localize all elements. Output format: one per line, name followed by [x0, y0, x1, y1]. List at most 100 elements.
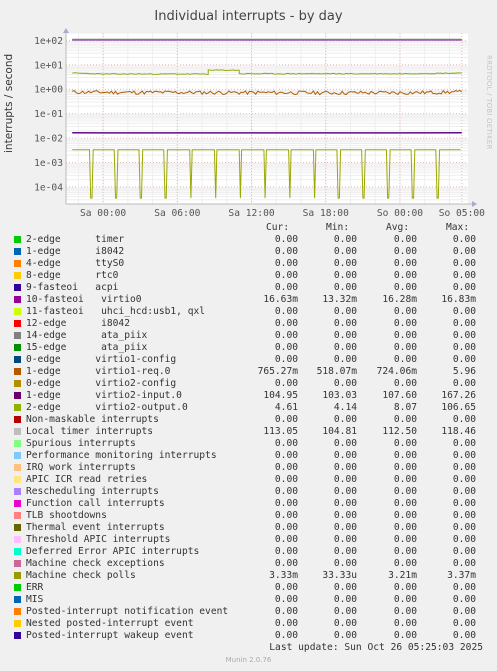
legend-min: 0.00 [333, 630, 357, 641]
legend-avg: 0.00 [393, 498, 417, 509]
legend-cur: 4.61 [274, 402, 298, 413]
legend-min: 0.00 [333, 270, 357, 281]
legend-swatch [14, 344, 21, 351]
legend-row: Nested posted-interrupt event 0.00 0.00 0.0… [0, 618, 497, 630]
legend-row: TLB shootdowns 0.00 0.00 0.00 0.00 [0, 510, 497, 522]
x-tick-label: So 00:00 [377, 208, 423, 219]
legend-cur: 0.00 [274, 342, 298, 353]
legend-min: 104.81 [322, 426, 357, 437]
legend-min: 0.00 [333, 342, 357, 353]
legend-row: 8-edge rtc0 0.00 0.00 0.00 0.00 [0, 270, 497, 282]
last-update: Last update: Sun Oct 26 05:25:03 2025 [269, 642, 483, 653]
legend-header-avg: Avg: [386, 222, 410, 233]
y-tick-label: 1e+01 [34, 60, 63, 71]
legend-min: 0.00 [333, 450, 357, 461]
legend-row: Local timer interrupts 113.05 104.81 112.50… [0, 426, 497, 438]
legend-max: 0.00 [452, 510, 476, 521]
legend-label: 0-edge virtio2-config [26, 378, 177, 389]
legend-avg: 0.00 [393, 582, 417, 593]
legend-label: 4-edge ttyS0 [26, 258, 125, 269]
legend-label: 8-edge rtc0 [26, 270, 119, 281]
legend-cur: 0.00 [274, 258, 298, 269]
legend-swatch [14, 560, 21, 567]
legend-min: 0.00 [333, 486, 357, 497]
x-tick-label: Sa 12:00 [228, 208, 274, 219]
legend-min: 0.00 [333, 354, 357, 365]
legend-cur: 0.00 [274, 498, 298, 509]
legend-max: 0.00 [452, 558, 476, 569]
legend-cur: 0.00 [274, 246, 298, 257]
legend-label: Posted-interrupt notification event [26, 606, 229, 617]
legend-avg: 0.00 [393, 318, 417, 329]
legend-swatch [14, 380, 21, 387]
legend-avg: 0.00 [393, 270, 417, 281]
legend-max: 0.00 [452, 330, 476, 341]
legend-max: 0.00 [452, 450, 476, 461]
legend-label: Nested posted-interrupt event [26, 618, 194, 629]
munin-version: Munin 2.0.76 [225, 656, 272, 664]
legend-row: Non-maskable interrupts 0.00 0.00 0.00 0.00 [0, 414, 497, 426]
legend-max: 0.00 [452, 306, 476, 317]
legend-min: 518.07m [316, 366, 357, 377]
legend-cur: 0.00 [274, 438, 298, 449]
legend-row: Threshold APIC interrupts 0.00 0.00 0.00 0.0… [0, 534, 497, 546]
legend-cur: 104.95 [263, 390, 298, 401]
legend-row: 1-edge i8042 0.00 0.00 0.00 0.00 [0, 246, 497, 258]
legend-row: Deferred Error APIC interrupts 0.00 0.00 0.… [0, 546, 497, 558]
legend-label: Posted-interrupt wakeup event [26, 630, 194, 641]
legend-swatch [14, 500, 21, 507]
legend-max: 0.00 [452, 246, 476, 257]
legend-min: 0.00 [333, 546, 357, 557]
legend-row: ERR 0.00 0.00 0.00 0.00 [0, 582, 497, 594]
legend-label: 14-edge ata_piix [26, 330, 148, 341]
legend-swatch [14, 548, 21, 555]
legend-label: 10-fasteoi virtio0 [26, 294, 142, 305]
legend-label: Thermal event interrupts [26, 522, 165, 533]
legend-avg: 0.00 [393, 306, 417, 317]
legend-avg: 0.00 [393, 342, 417, 353]
legend-row: 9-fasteoi acpi 0.00 0.00 0.00 0.00 [0, 282, 497, 294]
legend-label: Deferred Error APIC interrupts [26, 546, 200, 557]
legend-row: 1-edge virtio2-input.0 104.95 103.03 107.60… [0, 390, 497, 402]
legend-swatch [14, 356, 21, 363]
legend-min: 0.00 [333, 378, 357, 389]
legend-row: 12-edge i8042 0.00 0.00 0.00 0.00 [0, 318, 497, 330]
legend-min: 0.00 [333, 330, 357, 341]
legend-row: Machine check polls 3.33m 33.33u 3.21m 3.37m [0, 570, 497, 582]
legend-avg: 0.00 [393, 474, 417, 485]
legend-label: Machine check exceptions [26, 558, 165, 569]
x-tick-label: Sa 06:00 [154, 208, 200, 219]
legend-row: 4-edge ttyS0 0.00 0.00 0.00 0.00 [0, 258, 497, 270]
legend-swatch [14, 404, 21, 411]
legend-avg: 0.00 [393, 558, 417, 569]
legend-swatch [14, 284, 21, 291]
legend-min: 0.00 [333, 558, 357, 569]
legend-swatch [14, 464, 21, 471]
x-ticks: Sa 00:00 Sa 06:00 Sa 12:00 Sa 18:00 So 00:00… [80, 208, 485, 219]
y-axis-arrow [63, 28, 69, 33]
legend-avg: 0.00 [393, 522, 417, 533]
legend-label: IRQ work interrupts [26, 462, 136, 473]
legend-min: 103.03 [322, 390, 357, 401]
legend-cur: 0.00 [274, 414, 298, 425]
legend-cur: 0.00 [274, 618, 298, 629]
legend-row: 0-edge virtio2-config 0.00 0.00 0.00 0.00 [0, 378, 497, 390]
legend-header: Cur: Min: Avg: Max: [0, 222, 497, 234]
legend-avg: 8.07 [393, 402, 417, 413]
legend-max: 106.65 [441, 402, 476, 413]
legend-avg: 0.00 [393, 618, 417, 629]
legend-swatch [14, 392, 21, 399]
legend-max: 0.00 [452, 594, 476, 605]
legend-cur: 16.63m [263, 294, 298, 305]
legend-swatch [14, 272, 21, 279]
legend-label: Spurious interrupts [26, 438, 136, 449]
legend-label: 1-edge virtio2-input.0 [26, 390, 182, 401]
legend-swatch [14, 296, 21, 303]
legend-max: 0.00 [452, 282, 476, 293]
legend-min: 0.00 [333, 510, 357, 521]
legend-label: 9-fasteoi acpi [26, 282, 119, 293]
legend-swatch [14, 632, 21, 639]
legend-max: 0.00 [452, 318, 476, 329]
legend-cur: 0.00 [274, 450, 298, 461]
legend-avg: 0.00 [393, 606, 417, 617]
